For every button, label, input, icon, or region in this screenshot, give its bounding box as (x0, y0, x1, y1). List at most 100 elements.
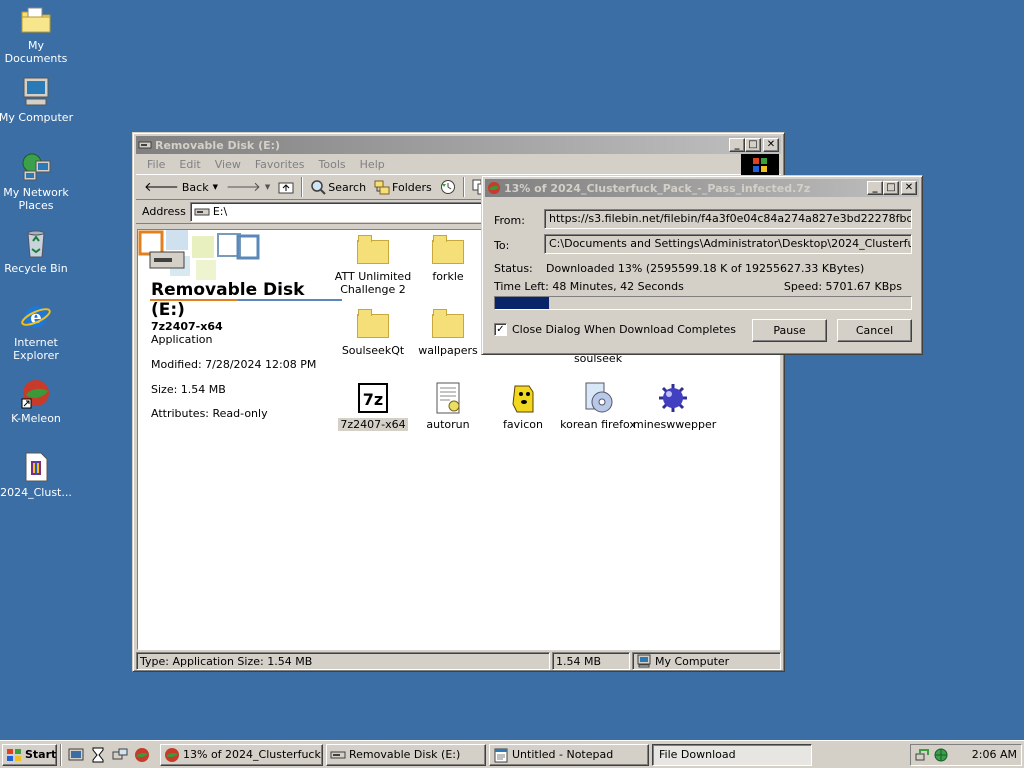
close-when-done-checkbox[interactable]: ✓ Close Dialog When Download Completes (494, 323, 736, 336)
history-icon (440, 180, 455, 194)
desktop-icon-k-meleon[interactable]: K-Meleon (0, 377, 74, 425)
folders-button[interactable]: Folders (370, 176, 436, 198)
desktop-icon-label: Internet Explorer (13, 336, 59, 362)
folder-forkle[interactable]: forkle (408, 234, 488, 283)
drive-icon (138, 138, 152, 152)
from-field[interactable]: https://s3.filebin.net/filebin/f4a3f0e04… (544, 209, 912, 229)
computer-icon (637, 654, 651, 668)
chevron-down-icon: ▼ (264, 183, 271, 191)
start-button[interactable]: Start (2, 743, 57, 766)
svg-text:7z: 7z (363, 390, 383, 409)
status-value: Downloaded 13% (2595599.18 K of 19255627… (546, 262, 865, 275)
download-dialog: 13% of 2024_Clusterfuck_Pack_-_Pass_infe… (481, 175, 923, 355)
checkbox-box[interactable]: ✓ (494, 323, 507, 336)
desktop-icon-network-places[interactable]: My Network Places (0, 151, 74, 212)
show-desktop-icon[interactable] (68, 747, 84, 763)
file-korean-firefox[interactable]: korean firefox (558, 382, 638, 431)
network-tray-icon[interactable] (915, 747, 931, 763)
folders-icon (374, 180, 390, 195)
k-meleon-icon (20, 377, 52, 409)
cancel-button[interactable]: Cancel (837, 319, 912, 342)
file-favicon[interactable]: favicon (483, 382, 563, 431)
folder-wallpapers[interactable]: wallpapers (408, 308, 488, 357)
drive-icon (194, 208, 210, 215)
desktop-icon-internet-explorer[interactable]: e Internet Explorer (0, 301, 74, 362)
desktop-icon-label: K-Meleon (11, 412, 61, 425)
file-mineswwepper[interactable]: mineswwepper (633, 382, 716, 431)
desktop-icon-2024-clust[interactable]: 2024_Clust... (0, 451, 74, 499)
folder-soulseekqt[interactable]: SoulseekQt (333, 308, 413, 357)
to-field[interactable]: C:\Documents and Settings\Administrator\… (544, 234, 912, 254)
status-zone: My Computer (632, 652, 781, 670)
desktop-icon-my-documents[interactable]: My Documents (0, 4, 74, 65)
folder-icon (432, 234, 464, 266)
address-label: Address (142, 205, 186, 218)
download-title: 13% of 2024_Clusterfuck_Pack_-_Pass_infe… (504, 181, 811, 195)
download-titlebar[interactable]: 13% of 2024_Clusterfuck_Pack_-_Pass_infe… (485, 179, 919, 197)
maximize-button[interactable]: □ (883, 181, 899, 195)
up-folder-button[interactable] (274, 176, 298, 198)
back-button[interactable]: 🡐 Back ▼ (140, 176, 222, 198)
time-left: Time Left: 48 Minutes, 42 Seconds (494, 280, 684, 293)
internet-explorer-icon: e (20, 301, 52, 333)
menu-view[interactable]: View (208, 158, 248, 171)
clock[interactable]: 2:06 AM (972, 748, 1017, 761)
computer-icon (20, 76, 52, 108)
menu-bar: File Edit View Favorites Tools Help (136, 154, 781, 176)
task-download-progress[interactable]: 13% of 2024_Clusterfuck... (160, 743, 323, 766)
drive-icon (330, 751, 346, 758)
desktop-icon-label: My Documents (4, 39, 68, 65)
folder-icon (357, 234, 389, 266)
forward-arrow-icon: 🡒 (225, 180, 261, 195)
file-7z2407-x64[interactable]: 7z 7z2407-x64 (333, 382, 413, 431)
k-meleon-icon (165, 747, 179, 762)
menu-help[interactable]: Help (353, 158, 392, 171)
7zip-icon: 7z (357, 382, 389, 414)
dog-icon (507, 382, 539, 414)
minimize-button[interactable]: _ (729, 138, 745, 152)
history-button[interactable] (436, 176, 460, 198)
file-autorun[interactable]: autorun (408, 382, 488, 431)
taskbar: Start 13% of 2024_Clusterfuck... Removab… (0, 740, 1024, 768)
panel-heading: Removable Disk (E:) (151, 280, 305, 320)
menu-favorites[interactable]: Favorites (248, 158, 312, 171)
close-button[interactable]: ✕ (901, 181, 917, 195)
menu-file[interactable]: File (140, 158, 172, 171)
pause-button[interactable]: Pause (752, 319, 827, 342)
task-notepad[interactable]: Untitled - Notepad (489, 743, 649, 766)
task-removable-disk[interactable]: Removable Disk (E:) (326, 743, 486, 766)
toolbar-separator (462, 177, 465, 197)
selected-file-name: 7z2407-x64 (151, 320, 223, 333)
folder-icon (432, 308, 464, 340)
to-label: To: (494, 239, 510, 252)
network-icon[interactable] (112, 747, 128, 763)
search-button[interactable]: Search (306, 176, 370, 198)
k-meleon-icon[interactable] (134, 747, 150, 763)
selected-file-type: Application (151, 333, 213, 346)
menu-edit[interactable]: Edit (172, 158, 207, 171)
desktop-icon-recycle-bin[interactable]: Recycle Bin (0, 227, 74, 275)
windows-logo-icon (741, 154, 779, 176)
folder-documents-icon (20, 4, 52, 36)
progress-fill (495, 297, 550, 309)
close-button[interactable]: ✕ (763, 138, 779, 152)
folder-att-unlimited[interactable]: ATT Unlimited Challenge 2 (333, 234, 413, 296)
desktop-icon-my-computer[interactable]: My Computer (0, 76, 74, 124)
up-folder-icon (278, 182, 294, 194)
download-progress-bar (494, 296, 912, 310)
status-text: Type: Application Size: 1.54 MB (136, 652, 550, 670)
explorer-titlebar[interactable]: Removable Disk (E:) _ □ ✕ (136, 136, 781, 154)
web-view-panel: Removable Disk (E:) 7z2407-x64 Applicati… (138, 230, 342, 649)
hourglass-icon[interactable] (90, 747, 106, 763)
folder-icon (357, 308, 389, 340)
globe-tray-icon[interactable] (933, 747, 949, 763)
task-file-download[interactable]: File Download (652, 743, 812, 766)
desktop-icon-label: 2024_Clust... (0, 486, 72, 499)
maximize-button[interactable]: □ (745, 138, 761, 152)
forward-button[interactable]: 🡒 ▼ (222, 176, 274, 198)
quick-launch (60, 743, 157, 766)
menu-tools[interactable]: Tools (312, 158, 353, 171)
back-arrow-icon: 🡐 (144, 180, 179, 195)
selected-file-size: Size: 1.54 MB (151, 383, 226, 396)
minimize-button[interactable]: _ (867, 181, 883, 195)
